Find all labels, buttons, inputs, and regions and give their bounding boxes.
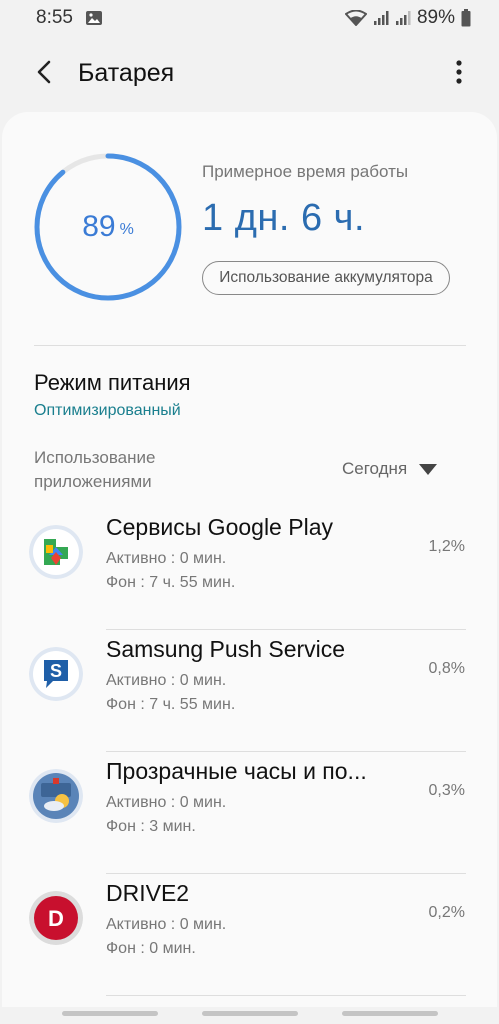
nav-home-button[interactable]: [202, 1011, 298, 1016]
dropdown-arrow-icon: [419, 463, 438, 475]
period-dropdown[interactable]: Сегодня: [342, 456, 438, 482]
app-usage-percent: 0,8%: [428, 660, 465, 677]
battery-level-unit: %: [119, 221, 134, 238]
app-background-time: Фон : 0 мин.: [106, 940, 196, 957]
status-bar-right: 89%: [344, 7, 471, 29]
battery-icon: [461, 9, 471, 27]
battery-usage-button[interactable]: Использование аккумулятора: [202, 261, 450, 295]
signal-icon: [373, 10, 389, 26]
status-bar: 8:55 89%: [0, 0, 499, 36]
status-bar-left: 8:55: [36, 7, 103, 29]
app-background-time: Фон : 7 ч. 55 мин.: [106, 574, 236, 591]
app-usage-percent: 1,2%: [428, 538, 465, 555]
app-name: Samsung Push Service: [106, 636, 346, 662]
app-usage-percent: 0,3%: [428, 782, 465, 799]
app-background-time: Фон : 3 мин.: [106, 818, 196, 835]
power-mode-title[interactable]: Режим питания: [34, 370, 191, 396]
app-usage-row[interactable]: S Samsung Push Service Активно : 0 мин. …: [2, 630, 497, 752]
section-divider: [34, 345, 466, 346]
svg-text:S: S: [50, 661, 62, 681]
period-dropdown-value: Сегодня: [342, 459, 408, 478]
nav-recents-button[interactable]: [62, 1011, 158, 1016]
page-title: Батарея: [78, 59, 175, 87]
app-name: Сервисы Google Play: [106, 514, 333, 540]
app-background-time: Фон : 7 ч. 55 мин.: [106, 696, 236, 713]
app-usage-header: Использование приложениями: [34, 448, 156, 491]
gallery-notification-icon: [85, 10, 103, 26]
battery-level-value: 89: [82, 210, 116, 243]
app-usage-row[interactable]: Сервисы Google Play Активно : 0 мин. Фон…: [2, 508, 497, 630]
status-battery-percent: 89%: [416, 7, 455, 28]
app-active-time: Активно : 0 мин.: [106, 916, 227, 933]
drive2-icon: D: [29, 891, 83, 945]
app-name: Прозрачные часы и по...: [106, 758, 367, 784]
more-vertical-icon: [456, 59, 462, 89]
app-active-time: Активно : 0 мин.: [106, 672, 227, 689]
battery-card: 89 % Примерное время работы 1 дн. 6 ч. И…: [2, 112, 497, 1007]
back-button[interactable]: [28, 58, 60, 90]
app-active-time: Активно : 0 мин.: [106, 550, 227, 567]
chevron-left-icon: [36, 60, 52, 89]
navigation-bar: [0, 1007, 499, 1024]
app-usage-row[interactable]: D DRIVE2 Активно : 0 мин. Фон : 0 мин. 0…: [2, 874, 497, 996]
battery-level-readout: 89 %: [33, 152, 183, 302]
row-divider: [106, 995, 466, 996]
app-name: DRIVE2: [106, 880, 190, 906]
svg-text:D: D: [48, 906, 64, 931]
app-active-time: Активно : 0 мин.: [106, 794, 227, 811]
weather-clock-icon: [29, 769, 83, 823]
more-options-button[interactable]: [449, 56, 469, 92]
status-time: 8:55: [36, 7, 73, 28]
samsung-push-icon: S: [29, 647, 83, 701]
app-usage-percent: 0,2%: [428, 904, 465, 921]
estimated-time-value: 1 дн. 6 ч.: [202, 197, 366, 239]
google-play-services-icon: [29, 525, 83, 579]
wifi-icon: [344, 10, 367, 26]
app-bar: Батарея: [0, 44, 499, 104]
power-mode-value[interactable]: Оптимизированный: [34, 402, 181, 420]
nav-back-button[interactable]: [342, 1011, 438, 1016]
app-usage-row[interactable]: Прозрачные часы и по... Активно : 0 мин.…: [2, 752, 497, 874]
estimated-time-label: Примерное время работы: [202, 162, 409, 181]
signal-icon-2: [395, 10, 411, 26]
